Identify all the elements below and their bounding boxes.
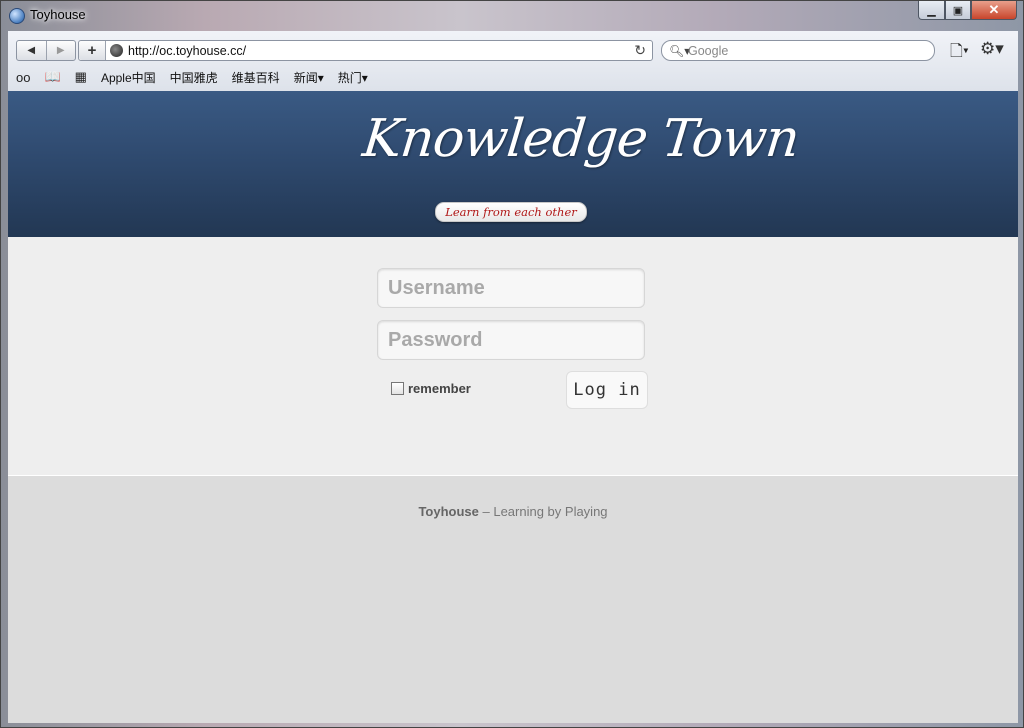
window-controls: ▁ ▣ ✕ bbox=[918, 1, 1017, 20]
bookmark-wikipedia[interactable]: 维基百科 bbox=[232, 69, 280, 86]
remember-checkbox[interactable] bbox=[391, 382, 404, 395]
username-input[interactable] bbox=[378, 269, 638, 307]
nav-buttons: ◀ ▶ bbox=[16, 40, 76, 61]
window-title: Toyhouse bbox=[30, 7, 86, 22]
bookmark-yahoo-china[interactable]: 中国雅虎 bbox=[170, 69, 218, 86]
username-field[interactable] bbox=[377, 268, 645, 308]
maximize-button[interactable]: ▣ bbox=[945, 1, 971, 20]
bookmark-apple-china[interactable]: Apple中国 bbox=[101, 69, 156, 86]
login-form: remember Log in bbox=[8, 237, 1018, 476]
url-text[interactable]: http://oc.toyhouse.cc/ bbox=[128, 44, 246, 58]
bookmark-popular-menu[interactable]: 热门▾ bbox=[338, 69, 368, 86]
site-logo: Knowledge Town bbox=[359, 109, 802, 169]
add-bookmark-button[interactable]: + bbox=[79, 41, 106, 60]
title-bar: Toyhouse ▁ ▣ ✕ bbox=[1, 1, 1023, 31]
address-bar[interactable]: + http://oc.toyhouse.cc/ ↻ bbox=[78, 40, 653, 61]
remember-label[interactable]: remember bbox=[408, 381, 471, 396]
top-sites-grid-icon[interactable]: ▦ bbox=[75, 69, 87, 85]
bookmark-news-menu[interactable]: 新闻▾ bbox=[294, 69, 324, 86]
site-tagline: Learn from each other bbox=[435, 202, 587, 222]
gear-menu-icon[interactable]: ⚙▾ bbox=[980, 39, 1004, 59]
reading-list-icon[interactable]: oo bbox=[16, 70, 30, 85]
bookmarks-bar: oo 📖 ▦ Apple中国 中国雅虎 维基百科 新闻▾ 热门▾ bbox=[16, 68, 382, 86]
back-button[interactable]: ◀ bbox=[17, 41, 46, 60]
reload-icon[interactable]: ↻ bbox=[634, 42, 646, 59]
password-field[interactable] bbox=[377, 320, 645, 360]
close-button[interactable]: ✕ bbox=[971, 1, 1017, 20]
footer-text: Toyhouse – Learning by Playing bbox=[8, 504, 1018, 519]
header-banner: Knowledge Town Learn from each other bbox=[8, 91, 1018, 237]
bookmarks-book-icon[interactable]: 📖 bbox=[44, 69, 60, 85]
page-footer: Toyhouse – Learning by Playing bbox=[8, 476, 1018, 723]
footer-brand: Toyhouse bbox=[418, 504, 479, 519]
browser-toolbar: ◀ ▶ + http://oc.toyhouse.cc/ ↻ 🔍︎▾ Googl… bbox=[8, 31, 1018, 92]
forward-button[interactable]: ▶ bbox=[45, 41, 76, 60]
search-bar[interactable]: 🔍︎▾ Google bbox=[661, 40, 935, 61]
remember-option[interactable]: remember bbox=[391, 381, 471, 396]
password-input[interactable] bbox=[378, 321, 638, 359]
browser-window: Toyhouse ▁ ▣ ✕ ◀ ▶ + http://oc.toyhouse.… bbox=[0, 0, 1024, 728]
minimize-button[interactable]: ▁ bbox=[918, 1, 945, 20]
site-favicon-icon bbox=[110, 44, 123, 57]
page-content: Knowledge Town Learn from each other rem… bbox=[8, 91, 1018, 723]
footer-slogan: – Learning by Playing bbox=[478, 504, 608, 519]
login-button[interactable]: Log in bbox=[566, 371, 648, 409]
search-placeholder[interactable]: Google bbox=[688, 44, 728, 58]
browser-app-icon bbox=[9, 8, 25, 24]
page-menu-icon[interactable]: 🗋▾ bbox=[950, 40, 969, 67]
